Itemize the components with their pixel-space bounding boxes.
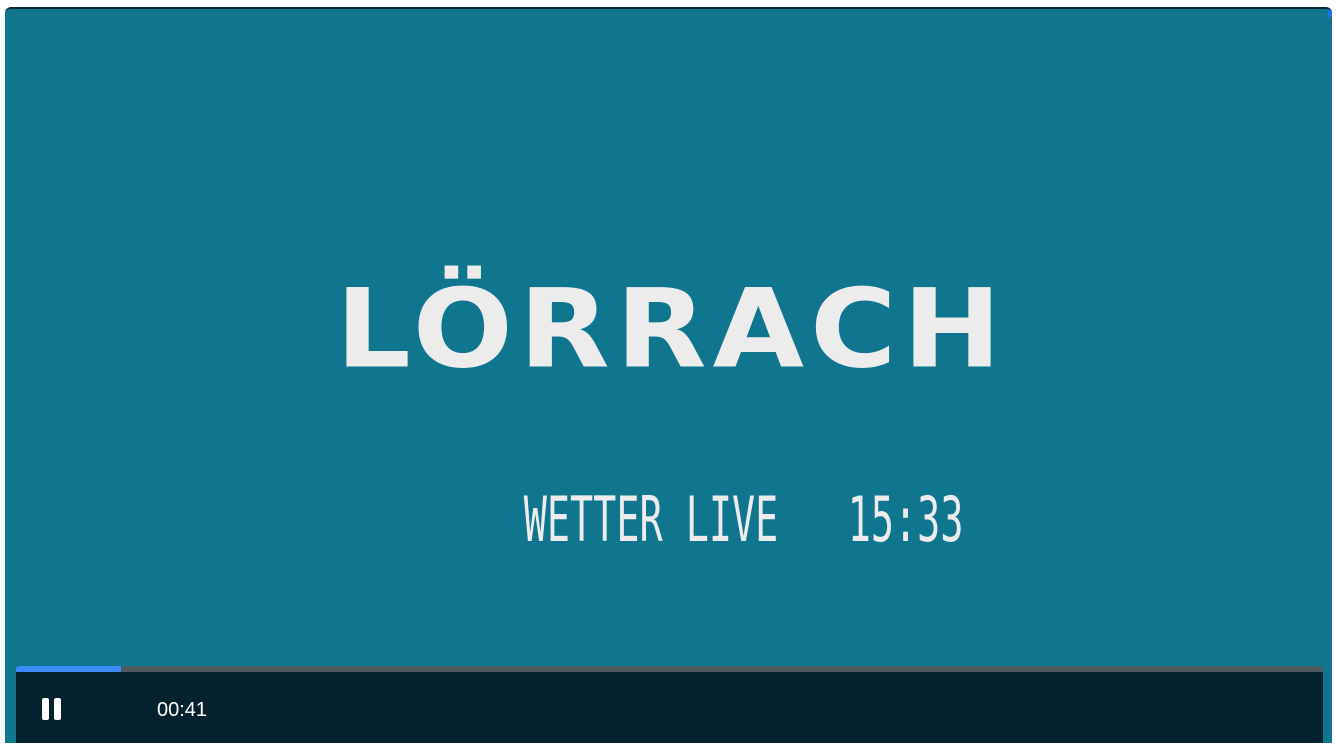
- city-title: LÖRRACH: [335, 265, 1008, 393]
- video-subtitle: WETTER LIVE 15:33: [5, 415, 1332, 625]
- pause-button[interactable]: [38, 694, 68, 724]
- video-player[interactable]: LÖRRACH WETTER LIVE 15:33 00:41: [5, 7, 1332, 743]
- elapsed-time: 00:41: [157, 699, 208, 721]
- weather-live-label: WETTER LIVE 15:33: [523, 483, 964, 556]
- player-controls: 00:41: [16, 672, 1323, 743]
- video-frame-title: LÖRRACH: [5, 264, 1332, 394]
